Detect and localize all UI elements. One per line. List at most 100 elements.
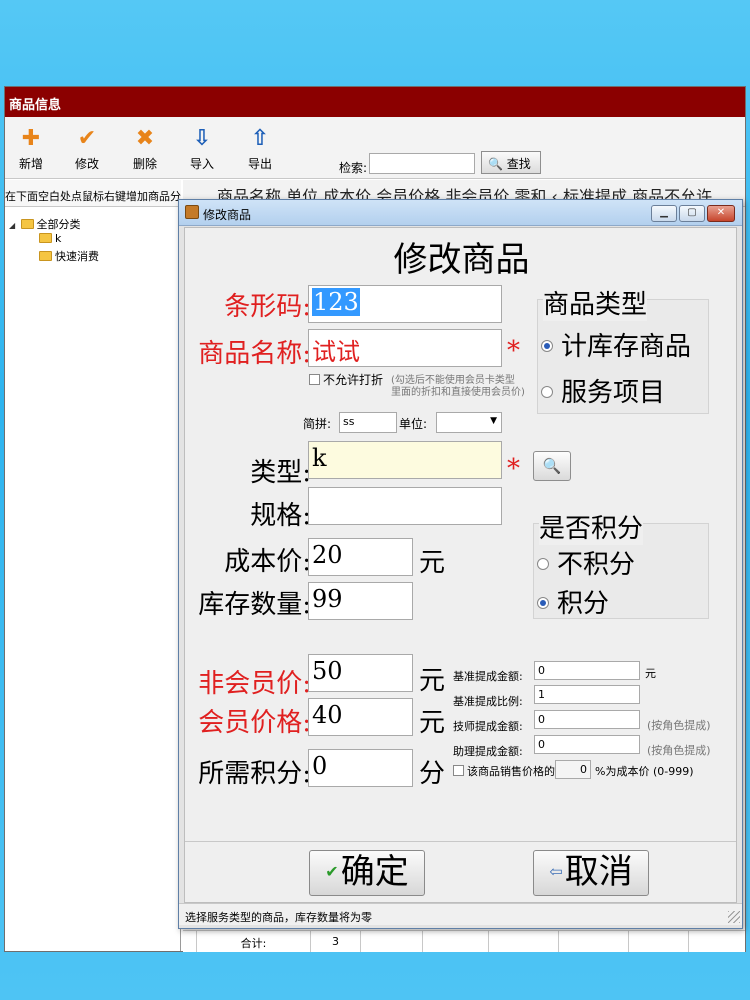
add-button[interactable]: ✚ 新增 — [11, 127, 51, 172]
points-group-title: 是否积分 — [539, 508, 644, 545]
checkbox-box — [453, 765, 464, 776]
category-field[interactable]: k — [308, 441, 502, 479]
confirm-button-label: 确定 — [340, 852, 409, 892]
radio-unselected-icon — [537, 558, 549, 570]
delete-button-label: 删除 — [132, 157, 157, 171]
status-text: 选择服务类型的商品，库存数量将为零 — [185, 911, 372, 924]
spec-field[interactable] — [308, 487, 502, 525]
tree-collapse-icon[interactable]: ◢ — [9, 221, 17, 230]
delete-button[interactable]: ✖ 删除 — [125, 127, 165, 172]
base-amount-label: 基准提成金额: — [453, 670, 523, 683]
points-needed-field[interactable]: 0 — [308, 749, 413, 787]
radio-selected-icon — [537, 597, 549, 609]
radio-stock-product[interactable]: 计库存商品 — [541, 326, 691, 363]
radio-no-points[interactable]: 不积分 — [537, 544, 635, 581]
base-ratio-field[interactable]: 1 — [534, 685, 640, 704]
category-lookup-button[interactable]: 🔍 — [533, 451, 571, 481]
base-amount-unit: 元 — [645, 667, 656, 680]
stock-label: 库存数量: — [198, 590, 311, 620]
tree-item-all[interactable]: ◢ 全部分类 — [9, 216, 81, 232]
required-mark: * — [507, 336, 520, 366]
assistant-amount-note: (按角色提成) — [647, 744, 711, 757]
member-price-label: 会员价格: — [198, 708, 311, 738]
radio-service-item[interactable]: 服务项目 — [541, 372, 665, 409]
nonmember-price-unit: 元 — [419, 666, 446, 696]
export-button[interactable]: ⇧ 导出 — [240, 127, 280, 172]
base-ratio-label: 基准提成比例: — [453, 695, 523, 708]
radio-earn-points[interactable]: 积分 — [537, 583, 609, 620]
tree-item-label: 全部分类 — [36, 218, 81, 231]
tech-amount-note: (按角色提成) — [647, 719, 711, 732]
maximize-button[interactable]: ▢ — [679, 205, 705, 222]
export-button-label: 导出 — [247, 157, 272, 171]
barcode-field[interactable]: 123 — [308, 285, 502, 323]
radio-label: 计库存商品 — [561, 332, 692, 362]
import-icon: ⇩ — [192, 126, 212, 151]
status-bar: 选择服务类型的商品，库存数量将为零 — [179, 903, 742, 925]
close-button[interactable]: ✕ — [707, 205, 735, 222]
tech-amount-field[interactable]: 0 — [534, 710, 640, 729]
main-window-title: 商品信息 — [5, 87, 745, 117]
find-button-label: 查找 — [506, 157, 531, 171]
search-input[interactable] — [369, 153, 475, 174]
member-price-unit: 元 — [419, 708, 446, 738]
no-discount-label: 不允许打折 — [323, 373, 384, 387]
find-button[interactable]: 🔍 查找 — [481, 151, 541, 174]
tech-amount-label: 技师提成金额: — [453, 720, 523, 733]
base-amount-field[interactable]: 0 — [534, 661, 640, 680]
chevron-down-icon: ▼ — [490, 416, 497, 426]
jianpin-field[interactable]: ss — [339, 412, 397, 433]
member-price-field[interactable]: 40 — [308, 698, 413, 736]
unit-select[interactable]: ▼ — [436, 412, 502, 433]
cost-field[interactable]: 20 — [308, 538, 413, 576]
cost-ratio-checkbox[interactable]: 该商品销售价格的 — [453, 763, 555, 779]
folder-icon — [39, 251, 52, 261]
no-discount-checkbox[interactable]: 不允许打折 — [309, 371, 383, 388]
add-button-label: 新增 — [18, 157, 43, 171]
product-name-field[interactable]: 试试 — [308, 329, 502, 367]
resize-grip-icon[interactable] — [728, 911, 740, 923]
cost-label: 成本价: — [224, 547, 311, 577]
plus-icon: ✚ — [21, 126, 41, 151]
confirm-button[interactable]: ✔确定 — [309, 850, 425, 896]
total-count: 3 — [311, 931, 361, 952]
nonmember-price-label: 非会员价: — [198, 669, 311, 699]
tree-item-label: 快速消费 — [55, 250, 99, 263]
barcode-label: 条形码: — [224, 292, 311, 322]
total-label: 合计: — [197, 931, 311, 952]
edit-button-label: 修改 — [74, 157, 99, 171]
jianpin-label: 简拼: — [303, 417, 332, 431]
points-needed-label: 所需积分: — [198, 759, 311, 789]
magnifier-icon: 🔍 — [488, 157, 503, 171]
radio-label: 不积分 — [557, 550, 636, 580]
radio-label: 积分 — [557, 589, 610, 619]
cancel-button[interactable]: ⇦取消 — [533, 850, 649, 896]
tree-item-quick[interactable]: 快速消费 — [39, 248, 99, 264]
cross-icon: ✖ — [135, 126, 155, 151]
assistant-amount-field[interactable]: 0 — [534, 735, 640, 754]
tree-item-k[interactable]: k — [39, 232, 61, 245]
tree-item-label: k — [55, 232, 62, 245]
spec-label: 规格: — [250, 501, 311, 531]
dialog-body: 修改商品 条形码: 123 商品名称: 试试 * 不允许打折 (勾选后不能使用会… — [184, 227, 737, 903]
magnifier-icon: 🔍 — [542, 457, 562, 475]
import-button-label: 导入 — [189, 157, 214, 171]
cost-ratio-suffix: %为成本价 (0-999) — [595, 765, 694, 778]
radio-selected-icon — [541, 340, 553, 352]
no-discount-hint-2: 里面的折扣和直接使用会员价) — [391, 387, 525, 398]
folder-icon — [20, 219, 34, 229]
nonmember-price-field[interactable]: 50 — [308, 654, 413, 692]
export-icon: ⇧ — [250, 126, 270, 151]
import-button[interactable]: ⇩ 导入 — [182, 127, 222, 172]
unit-label: 单位: — [399, 417, 428, 431]
points-needed-unit: 分 — [419, 759, 446, 789]
edit-button[interactable]: ✔ 修改 — [67, 127, 107, 172]
search-label: 检索: — [339, 161, 368, 175]
barcode-value: 123 — [312, 288, 360, 316]
required-mark: * — [507, 454, 520, 484]
cost-ratio-field[interactable]: 0 — [555, 760, 591, 779]
radio-label: 服务项目 — [561, 378, 666, 408]
minimize-button[interactable]: ▁ — [651, 205, 677, 222]
dialog-titlebar[interactable]: 修改商品 ▁ ▢ ✕ — [179, 200, 742, 226]
stock-field[interactable]: 99 — [308, 582, 413, 620]
